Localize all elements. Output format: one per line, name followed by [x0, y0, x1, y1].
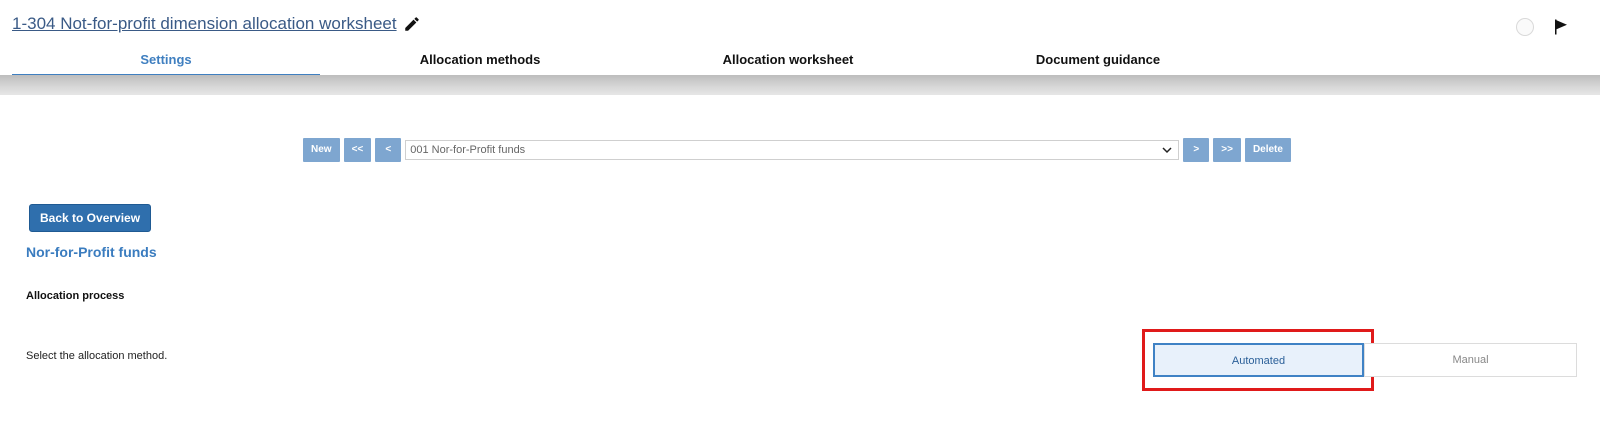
delete-button[interactable]: Delete	[1244, 138, 1291, 162]
tab-bar: Settings Allocation methods Allocation w…	[12, 48, 1600, 76]
document-title-link[interactable]: 1-304 Not-for-profit dimension allocatio…	[12, 14, 397, 34]
tab-document-guidance[interactable]: Document guidance	[948, 48, 1248, 74]
chevron-down-icon	[1162, 147, 1172, 154]
header-actions	[1516, 18, 1570, 36]
allocation-method-prompt: Select the allocation method.	[26, 350, 168, 362]
pencil-icon[interactable]	[403, 15, 421, 33]
manual-option[interactable]: Manual	[1364, 343, 1577, 377]
tab-settings[interactable]: Settings	[12, 48, 320, 76]
status-circle-icon[interactable]	[1516, 18, 1534, 36]
page-header: 1-304 Not-for-profit dimension allocatio…	[0, 0, 1600, 76]
previous-record-button[interactable]: <	[375, 138, 402, 162]
header-shadow-band	[0, 75, 1600, 95]
tab-allocation-methods[interactable]: Allocation methods	[332, 48, 628, 74]
automated-option[interactable]: Automated	[1153, 343, 1364, 377]
record-select-value: 001 Nor-for-Profit funds	[410, 144, 526, 156]
tab-allocation-worksheet[interactable]: Allocation worksheet	[640, 48, 936, 74]
last-record-button[interactable]: >>	[1213, 138, 1241, 162]
first-record-button[interactable]: <<	[343, 138, 372, 162]
allocation-method-toggle: Automated Manual	[1153, 343, 1577, 377]
record-navigator: New << < 001 Nor-for-Profit funds > >> D…	[303, 138, 1291, 162]
allocation-process-heading: Allocation process	[26, 290, 125, 302]
back-to-overview-button[interactable]: Back to Overview	[29, 204, 152, 232]
next-record-button[interactable]: >	[1183, 138, 1210, 162]
new-button[interactable]: New	[303, 138, 340, 162]
title-group: 1-304 Not-for-profit dimension allocatio…	[12, 14, 421, 34]
section-title: Nor-for-Profit funds	[26, 244, 157, 260]
flag-icon[interactable]	[1552, 18, 1570, 36]
record-select[interactable]: 001 Nor-for-Profit funds	[405, 140, 1180, 160]
